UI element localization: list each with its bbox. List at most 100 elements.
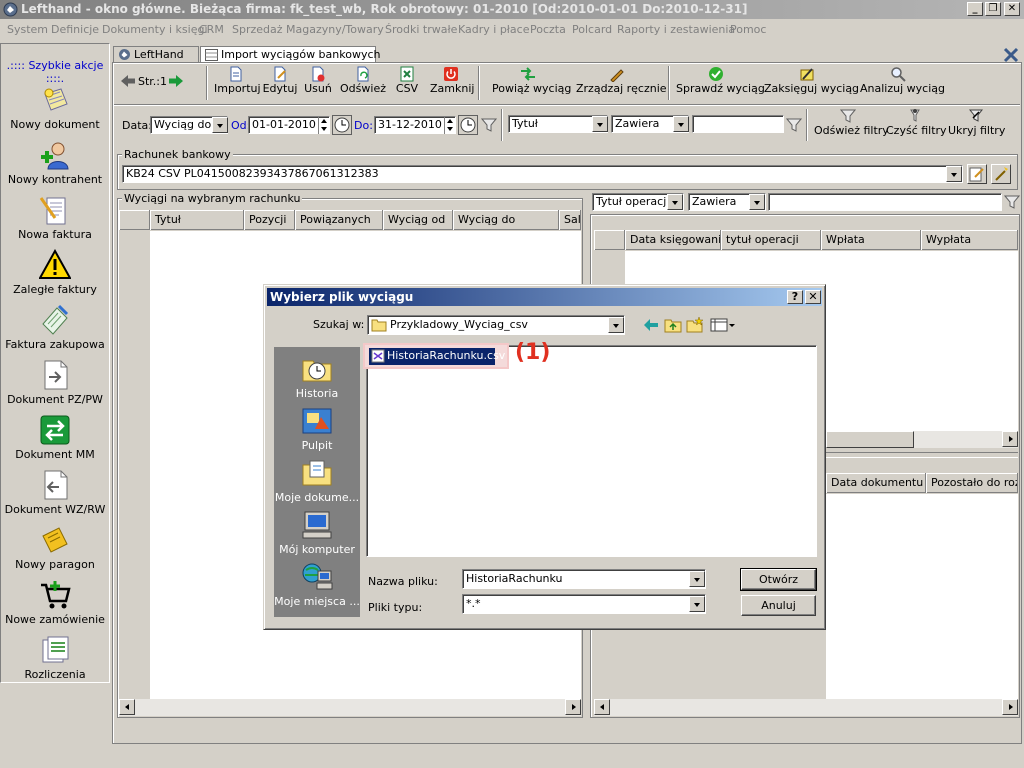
column-header-remaining[interactable]: Pozostało do rozl [926,473,1018,493]
to-spinner[interactable] [444,116,456,134]
import-button[interactable]: Importuj [214,66,261,95]
column-header-positions[interactable]: Pozycji [244,210,295,230]
refresh-filters-button[interactable]: Odśwież filtry [814,108,889,137]
bank-account-select[interactable]: KB24 CSV PL04150082393437867061312383 [122,165,963,183]
tab-import-wyciagow[interactable]: Import wyciągów bankowych [200,46,381,63]
place-my-computer[interactable]: Mój komputer [274,507,360,559]
cancel-button[interactable]: Anuluj [741,595,816,616]
clear-filters-button[interactable]: Czyść filtry [886,108,947,137]
filter-value-input[interactable] [692,115,784,133]
account-tool-button[interactable] [991,164,1011,184]
scroll-left-button[interactable] [119,699,135,715]
place-network[interactable]: Moje miejsca ... [274,559,360,611]
column-header-withdrawal[interactable]: Wypłata [921,230,1018,250]
quick-action-new-document[interactable]: Nowy dokument [1,84,109,136]
menu-poczta[interactable]: Poczta [530,23,566,36]
column-header-posting-date[interactable]: Data księgowania [625,230,721,250]
column-header-deposit[interactable]: Wpłata [821,230,921,250]
place-history[interactable]: Historia [274,351,360,403]
menu-definicje[interactable]: Definicje [51,23,99,36]
filetype-dropdown[interactable] [689,596,705,612]
edit-account-button[interactable] [967,164,987,184]
documents-grid-body[interactable] [826,494,1018,699]
delete-button[interactable]: Usuń [302,66,334,95]
quick-action-settlements[interactable]: Rozliczenia [1,634,109,686]
csv-button[interactable]: CSV [392,66,422,95]
arrow-right-icon[interactable] [168,74,184,88]
filename-dropdown[interactable] [689,571,705,587]
close-button[interactable]: Zamknij [430,66,474,95]
quick-action-new-order[interactable]: Nowe zamówienie [1,579,109,631]
quick-action-overdue-invoices[interactable]: Zaległe faktury [1,249,109,301]
quick-action-document-pz-pw[interactable]: Dokument PZ/PW [1,359,109,411]
operations-op-dropdown[interactable] [749,194,765,210]
statements-hscroll[interactable] [119,699,581,716]
menu-raporty[interactable]: Raporty i zestawienia [617,23,735,36]
clock-icon[interactable] [458,115,478,135]
documents-hscroll[interactable] [594,699,1018,716]
quick-action-document-mm[interactable]: Dokument MM [1,414,109,466]
date-field-dropdown[interactable] [212,117,228,133]
folder-up-icon[interactable] [664,316,682,334]
edit-button[interactable]: Edytuj [262,66,298,95]
column-header-linked[interactable]: Powiązanych [295,210,383,230]
menu-kadry[interactable]: Kadry i płace [458,23,530,36]
file-list[interactable]: HistoriaRachunku.csv (1) [363,340,817,557]
bank-account-dropdown[interactable] [946,166,962,182]
dialog-close-button[interactable]: ✕ [805,290,821,304]
place-desktop[interactable]: Pulpit [274,403,360,455]
scroll-thumb[interactable] [826,431,914,448]
column-header-title[interactable]: Tytuł [150,210,244,230]
analyze-statement-button[interactable]: Analizuj wyciąg [860,66,945,95]
tab-lefthand[interactable]: LeftHand [113,46,199,63]
look-in-dropdown[interactable] [608,317,624,333]
close-window-button[interactable]: ✕ [1004,2,1020,16]
hide-filters-button[interactable]: Ukryj filtry [948,108,1005,137]
help-button[interactable]: ? [787,290,803,304]
clock-icon[interactable] [332,115,352,135]
scroll-left-button[interactable] [594,699,610,715]
maximize-button[interactable]: ❐ [985,2,1001,16]
quick-action-new-contractor[interactable]: Nowy kontrahent [1,139,109,191]
menu-srodki-trwale[interactable]: Środki trwałe [385,23,457,36]
column-header-from[interactable]: Wyciąg od [383,210,453,230]
filter-icon[interactable] [481,117,497,133]
menu-sprzedaz[interactable]: Sprzedaż [232,23,283,36]
column-header-to[interactable]: Wyciąg do [453,210,559,230]
column-header-operation-title[interactable]: tytuł operacji [721,230,821,250]
open-button[interactable]: Otwórz [740,568,817,591]
operations-field-dropdown[interactable] [667,194,683,210]
menu-system[interactable]: System [7,23,48,36]
scroll-right-button[interactable] [1002,431,1018,447]
arrow-left-icon[interactable] [120,74,136,88]
filter-op-dropdown[interactable] [673,116,689,132]
operations-filter-input[interactable] [768,193,1002,211]
menu-magazyny[interactable]: Magazyny/Towary [286,23,384,36]
check-statement-button[interactable]: Sprawdź wyciąg [676,66,765,95]
menu-dokumenty[interactable]: Dokumenty i księgi [102,23,208,36]
scroll-right-button[interactable] [1002,699,1018,715]
look-in-select[interactable]: Przykladowy_Wyciag_csv [367,315,625,335]
filetype-select[interactable]: *.* [462,594,706,614]
filename-input[interactable]: HistoriaRachunku [462,569,706,589]
quick-action-new-receipt[interactable]: Nowy paragon [1,524,109,576]
menu-polcard[interactable]: Polcard [572,23,612,36]
manual-manage-button[interactable]: Zrządzaj ręcznie [576,66,667,95]
quick-action-document-wz-rw[interactable]: Dokument WZ/RW [1,469,109,521]
new-folder-icon[interactable] [686,316,704,334]
view-menu-icon[interactable] [710,316,736,334]
place-my-documents[interactable]: Moje dokume... [274,455,360,507]
quick-action-new-invoice[interactable]: Nowa faktura [1,194,109,246]
filter-field-dropdown[interactable] [592,116,608,132]
filter-icon[interactable] [786,117,802,133]
menu-pomoc[interactable]: Pomoc [730,23,766,36]
filter-icon[interactable] [1004,194,1020,210]
column-header-balance[interactable]: Sal [559,210,581,230]
minimize-button[interactable]: _ [967,2,983,16]
post-statement-button[interactable]: Zaksięguj wyciąg [764,66,859,95]
back-arrow-icon[interactable] [642,316,660,334]
link-statement-button[interactable]: Powiąż wyciąg [492,66,571,95]
quick-action-purchase-invoice[interactable]: Faktura zakupowa [1,304,109,356]
from-spinner[interactable] [318,116,330,134]
scroll-right-button[interactable] [565,699,581,715]
